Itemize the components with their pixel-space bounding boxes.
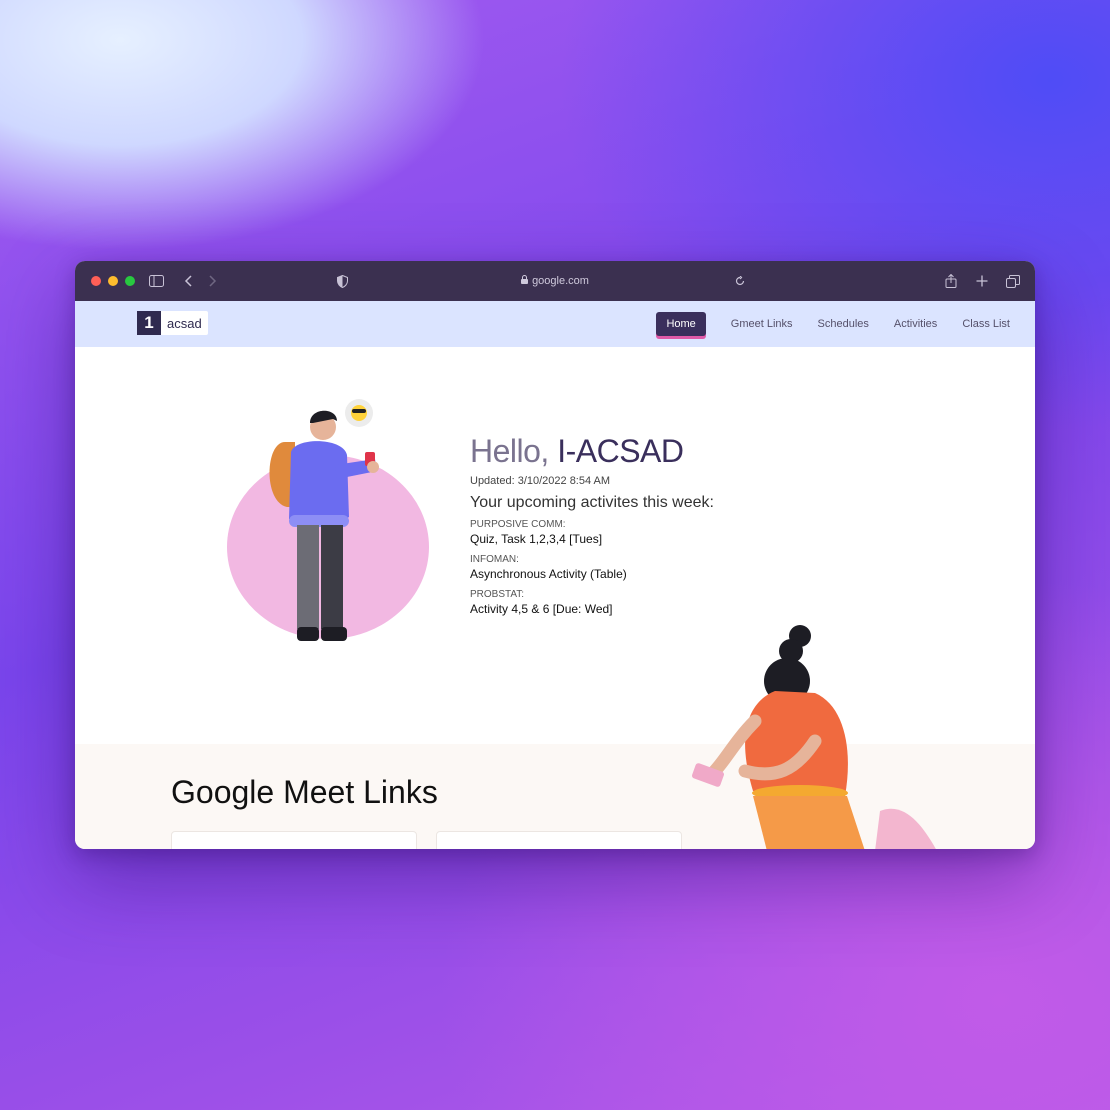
browser-titlebar: google.com	[75, 261, 1035, 301]
tab-overview-icon[interactable]	[1005, 261, 1021, 301]
activity-task: Asynchronous Activity (Table)	[470, 567, 627, 581]
meet-link-card[interactable]	[436, 831, 682, 849]
updated-timestamp: Updated: 3/10/2022 8:54 AM	[470, 475, 611, 487]
sidebar-toggle-icon[interactable]	[147, 261, 165, 301]
new-tab-icon[interactable]	[974, 261, 990, 301]
url-text[interactable]: google.com	[532, 275, 589, 287]
lock-icon	[521, 275, 529, 287]
site-navbar: 1 acsad Home Gmeet Links Schedules Activ…	[75, 301, 1035, 347]
activity-task: Activity 4,5 & 6 [Due: Wed]	[470, 602, 613, 616]
student-illustration	[227, 399, 429, 641]
nav-class-list[interactable]: Class List	[962, 318, 1010, 330]
girl-phone-illustration	[692, 625, 936, 849]
close-window-button[interactable]	[91, 276, 101, 286]
logo-text: acsad	[167, 315, 202, 331]
activity-task: Quiz, Task 1,2,3,4 [Tues]	[470, 532, 603, 546]
upcoming-title: Your upcoming activites this week:	[470, 494, 714, 511]
main-nav: Home Gmeet Links Schedules Activities Cl…	[656, 301, 1035, 347]
minimize-window-button[interactable]	[108, 276, 118, 286]
nav-activities[interactable]: Activities	[894, 318, 937, 330]
forward-icon[interactable]	[206, 261, 220, 301]
logo-number: 1	[137, 311, 161, 335]
privacy-shield-icon[interactable]	[334, 261, 350, 301]
window-controls	[91, 276, 135, 286]
nav-home[interactable]: Home	[656, 312, 706, 336]
maximize-window-button[interactable]	[125, 276, 135, 286]
site-logo[interactable]: 1 acsad	[137, 311, 208, 335]
browser-window: google.com 1 acsad Home Gmeet Links Sche…	[75, 261, 1035, 849]
activity-list: PURPOSIVE COMM: Quiz, Task 1,2,3,4 [Tues…	[470, 519, 627, 624]
nav-gmeet-links[interactable]: Gmeet Links	[731, 318, 793, 330]
reload-icon[interactable]	[733, 261, 747, 301]
activity-subject: PURPOSIVE COMM:	[470, 519, 566, 530]
share-icon[interactable]	[943, 261, 959, 301]
meet-link-card[interactable]	[171, 831, 417, 849]
greeting-heading: Hello, I-ACSAD	[470, 433, 684, 470]
activity-subject: INFOMAN:	[470, 554, 519, 565]
back-icon[interactable]	[181, 261, 195, 301]
meet-links-heading: Google Meet Links	[171, 774, 438, 810]
user-name: I-ACSAD	[557, 433, 684, 469]
nav-schedules[interactable]: Schedules	[818, 318, 869, 330]
greeting-text: Hello,	[470, 433, 549, 469]
activity-subject: PROBSTAT:	[470, 589, 525, 600]
